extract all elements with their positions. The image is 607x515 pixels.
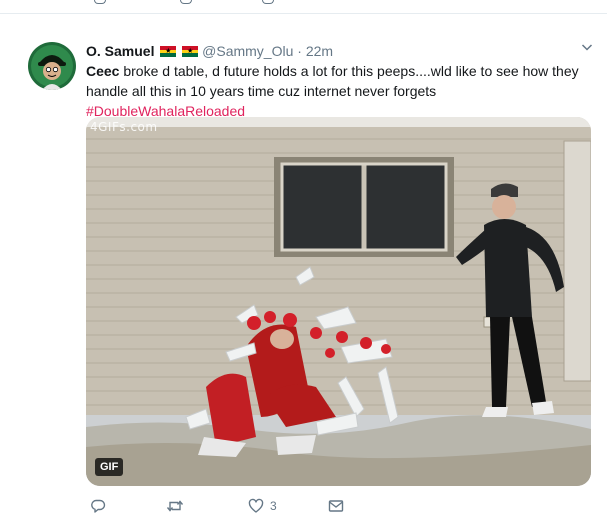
timestamp[interactable]: 22m [306,43,333,59]
avatar[interactable] [28,42,76,90]
reply-button[interactable] [90,496,112,515]
tweet[interactable]: O. Samuel ★ ★ @Sammy_Olu · 22m Ceec brok… [0,15,607,515]
reply-icon[interactable] [94,0,106,4]
retweet-icon[interactable] [180,0,192,4]
tweet-media-gif[interactable]: 4GIFs.com GIF [86,117,591,486]
ghana-flag-icon: ★ [160,46,177,57]
tweet-text-bold: Ceec [86,63,120,79]
ghana-flag-icon: ★ [182,46,199,57]
like-count: 3 [270,499,277,513]
author-handle[interactable]: @Sammy_Olu [202,43,293,59]
chevron-down-icon[interactable] [581,41,593,53]
previous-tweet-actions [0,0,607,14]
author-name[interactable]: O. Samuel [86,43,154,59]
separator: · [297,43,302,59]
gif-badge: GIF [95,458,124,476]
message-icon [328,500,344,512]
gif-frame [86,117,591,486]
retweet-button[interactable] [166,496,190,515]
tweet-actions: 3 [86,496,466,515]
direct-message-button[interactable] [328,496,344,515]
tweet-text-body: broke d table, d future holds a lot for … [86,63,579,99]
tweet-header: O. Samuel ★ ★ @Sammy_Olu · 22m [86,41,333,61]
gif-watermark: 4GIFs.com [90,120,158,134]
tweet-text: Ceec broke d table, d future holds a lot… [86,61,591,101]
retweet-icon [166,500,184,512]
like-icon[interactable] [262,0,274,4]
reply-icon [91,499,106,513]
like-button[interactable]: 3 [248,496,277,515]
like-icon [248,498,264,513]
